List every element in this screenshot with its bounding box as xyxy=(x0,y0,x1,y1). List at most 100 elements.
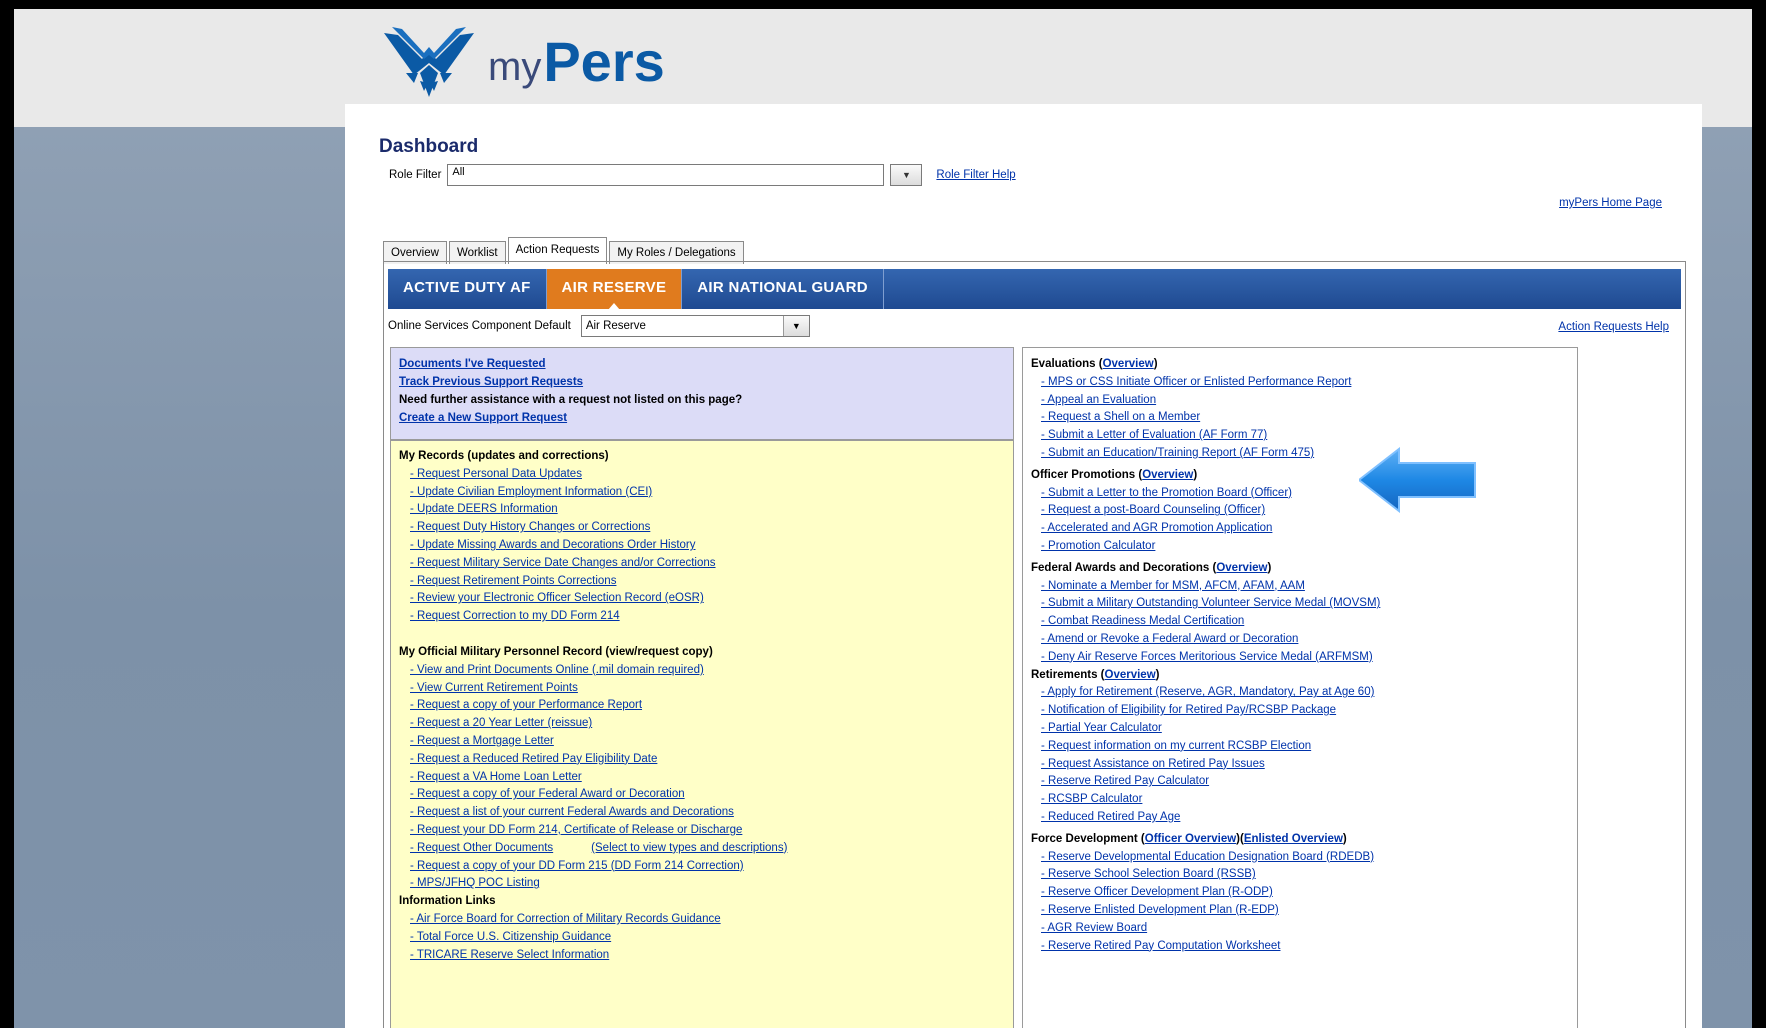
action-requests-help-link[interactable]: Action Requests Help xyxy=(1558,321,1669,333)
list-item[interactable]: - Request Personal Data Updates xyxy=(399,466,1005,484)
request-other-documents-link[interactable]: - Request Other Documents xyxy=(410,842,553,854)
component-default-select[interactable]: Air Reserve ▼ xyxy=(580,315,810,337)
section-title: My Official Military Personnel Record (v… xyxy=(399,645,713,658)
list-item[interactable]: - Reserve School Selection Board (RSSB) xyxy=(1031,866,1569,884)
list-item[interactable]: - Submit a Letter of Evaluation (AF Form… xyxy=(1031,427,1569,445)
list-item[interactable]: - Request Military Service Date Changes … xyxy=(399,555,1005,573)
role-filter-help-link[interactable]: Role Filter Help xyxy=(936,169,1015,181)
list-item[interactable]: - Request a Shell on a Member xyxy=(1031,409,1569,427)
component-tab-active-duty[interactable]: ACTIVE DUTY AF xyxy=(388,269,547,309)
enlisted-overview-link[interactable]: Enlisted Overview xyxy=(1244,833,1343,845)
browser-viewport: my Pers Dashboard Role Filter All ▼ Role … xyxy=(14,9,1752,1028)
list-item[interactable]: - Request a VA Home Loan Letter xyxy=(399,769,1005,787)
component-default-value: Air Reserve xyxy=(585,320,646,332)
main-tabs: Overview Worklist Action Requests My Rol… xyxy=(383,237,746,264)
page-title: Dashboard xyxy=(379,136,479,157)
list-item[interactable]: - Update Civilian Employment Information… xyxy=(399,484,1005,502)
paren: )( xyxy=(1236,832,1244,845)
list-item[interactable]: - Submit a Military Outstanding Voluntee… xyxy=(1031,595,1569,613)
list-item[interactable]: - MPS/JFHQ POC Listing xyxy=(399,875,1005,893)
list-item[interactable]: - Reserve Developmental Education Design… xyxy=(1031,849,1569,867)
list-item[interactable]: - Request Correction to my DD Form 214 xyxy=(399,608,1005,626)
list-item[interactable]: - Request your DD Form 214, Certificate … xyxy=(399,822,1005,840)
list-item[interactable]: - Submit an Education/Training Report (A… xyxy=(1031,445,1569,463)
list-item[interactable]: - Request a Mortgage Letter xyxy=(399,733,1005,751)
section-title: Federal Awards and Decorations (Overview… xyxy=(1031,560,1569,578)
dashboard-panel: Dashboard Role Filter All ▼ Role Filter … xyxy=(345,104,1702,1028)
list-item[interactable]: - Accelerated and AGR Promotion Applicat… xyxy=(1031,520,1569,538)
list-item[interactable]: - Reserve Retired Pay Calculator xyxy=(1031,773,1569,791)
list-item[interactable]: - Apply for Retirement (Reserve, AGR, Ma… xyxy=(1031,684,1569,702)
list-item[interactable]: - Review your Electronic Officer Selecti… xyxy=(399,590,1005,608)
list-item[interactable]: - Reserve Retired Pay Computation Worksh… xyxy=(1031,938,1569,956)
list-item[interactable]: - RCSBP Calculator xyxy=(1031,791,1569,809)
list-item[interactable]: - Request a list of your current Federal… xyxy=(399,804,1005,822)
list-item[interactable]: - TRICARE Reserve Select Information xyxy=(399,947,1005,965)
paren: ) xyxy=(1193,468,1198,481)
documents-requested-link[interactable]: Documents I've Requested xyxy=(399,355,1005,373)
list-item[interactable]: - Request a Reduced Retired Pay Eligibil… xyxy=(399,751,1005,769)
tab-action-requests[interactable]: Action Requests xyxy=(507,237,608,264)
section-title: Force Development (Officer Overview)(Enl… xyxy=(1031,831,1569,849)
list-item[interactable]: - Partial Year Calculator xyxy=(1031,720,1569,738)
list-item[interactable]: - Air Force Board for Correction of Mili… xyxy=(399,911,1005,929)
component-tab-air-national-guard[interactable]: AIR NATIONAL GUARD xyxy=(682,269,884,309)
list-item[interactable]: - Combat Readiness Medal Certification xyxy=(1031,613,1569,631)
section-title: Officer Promotions (Overview) xyxy=(1031,467,1569,485)
list-item[interactable]: - Deny Air Reserve Forces Meritorious Se… xyxy=(1031,649,1569,667)
list-item[interactable]: - Update DEERS Information xyxy=(399,501,1005,519)
left-column: Documents I've Requested Track Previous … xyxy=(390,347,1014,1028)
list-item[interactable]: - MPS or CSS Initiate Officer or Enliste… xyxy=(1031,374,1569,392)
component-bar: ACTIVE DUTY AF AIR RESERVE AIR NATIONAL … xyxy=(388,269,1681,310)
logo-pers-text: Pers xyxy=(543,29,665,93)
list-item[interactable]: - Request information on my current RCSB… xyxy=(1031,738,1569,756)
list-item[interactable]: - Appeal an Evaluation xyxy=(1031,392,1569,410)
list-item[interactable]: - Request Assistance on Retired Pay Issu… xyxy=(1031,756,1569,774)
list-item[interactable]: - View Current Retirement Points xyxy=(399,680,1005,698)
section-title-text: Evaluations ( xyxy=(1031,358,1103,370)
awards-overview-link[interactable]: Overview xyxy=(1216,562,1267,574)
section-title: Information Links xyxy=(399,895,496,908)
officer-overview-link[interactable]: Officer Overview xyxy=(1145,833,1236,845)
retirements-overview-link[interactable]: Overview xyxy=(1105,669,1156,681)
list-item[interactable]: - Total Force U.S. Citizenship Guidance xyxy=(399,929,1005,947)
list-item[interactable]: - Request Duty History Changes or Correc… xyxy=(399,519,1005,537)
support-requests-box: Documents I've Requested Track Previous … xyxy=(391,348,1013,441)
chevron-down-icon[interactable]: ▼ xyxy=(890,164,923,186)
chevron-down-icon[interactable]: ▼ xyxy=(782,316,809,336)
arrow-left-icon xyxy=(1359,447,1476,513)
other-documents-types-link[interactable]: (Select to view types and descriptions) xyxy=(591,842,787,854)
section-title: Retirements (Overview) xyxy=(1031,667,1569,685)
list-item[interactable]: - AGR Review Board xyxy=(1031,920,1569,938)
track-support-requests-link[interactable]: Track Previous Support Requests xyxy=(399,373,1005,391)
section-title-text: Officer Promotions ( xyxy=(1031,468,1143,481)
section-title-text: Retirements ( xyxy=(1031,668,1105,681)
list-item[interactable]: - Request a post-Board Counseling (Offic… xyxy=(1031,502,1569,520)
list-item[interactable]: - Reduced Retired Pay Age xyxy=(1031,809,1569,827)
list-item[interactable]: - Request a copy of your Performance Rep… xyxy=(399,697,1005,715)
assistance-text: Need further assistance with a request n… xyxy=(399,394,743,406)
create-support-request-link[interactable]: Create a New Support Request xyxy=(399,409,1005,427)
component-tab-air-reserve[interactable]: AIR RESERVE xyxy=(546,269,683,310)
mypers-logo[interactable]: my Pers xyxy=(384,21,665,101)
list-item[interactable]: - View and Print Documents Online (.mil … xyxy=(399,662,1005,680)
list-item[interactable]: - Request a 20 Year Letter (reissue) xyxy=(399,715,1005,733)
list-item[interactable]: - Request a copy of your Federal Award o… xyxy=(399,786,1005,804)
list-item[interactable]: - Update Missing Awards and Decorations … xyxy=(399,537,1005,555)
list-item[interactable]: - Request Retirement Points Corrections xyxy=(399,573,1005,591)
list-item[interactable]: - Request a copy of your DD Form 215 (DD… xyxy=(399,858,1005,876)
list-item[interactable]: - Notification of Eligibility for Retire… xyxy=(1031,702,1569,720)
list-item[interactable]: - Promotion Calculator xyxy=(1031,538,1569,556)
list-item[interactable]: - Nominate a Member for MSM, AFCM, AFAM,… xyxy=(1031,578,1569,596)
role-filter-input[interactable]: All xyxy=(447,164,885,186)
evaluations-overview-link[interactable]: Overview xyxy=(1103,358,1154,370)
list-item[interactable]: - Amend or Revoke a Federal Award or Dec… xyxy=(1031,631,1569,649)
list-item[interactable]: - Reserve Officer Development Plan (R-OD… xyxy=(1031,884,1569,902)
mypers-home-link[interactable]: myPers Home Page xyxy=(1559,197,1662,209)
role-filter-row: Role Filter All ▼ Role Filter Help xyxy=(389,164,1016,186)
screenshot-frame: my Pers Dashboard Role Filter All ▼ Role … xyxy=(0,0,1766,1028)
list-item[interactable]: - Reserve Enlisted Development Plan (R-E… xyxy=(1031,902,1569,920)
promotions-overview-link[interactable]: Overview xyxy=(1142,469,1193,481)
list-item[interactable]: - Submit a Letter to the Promotion Board… xyxy=(1031,485,1569,503)
